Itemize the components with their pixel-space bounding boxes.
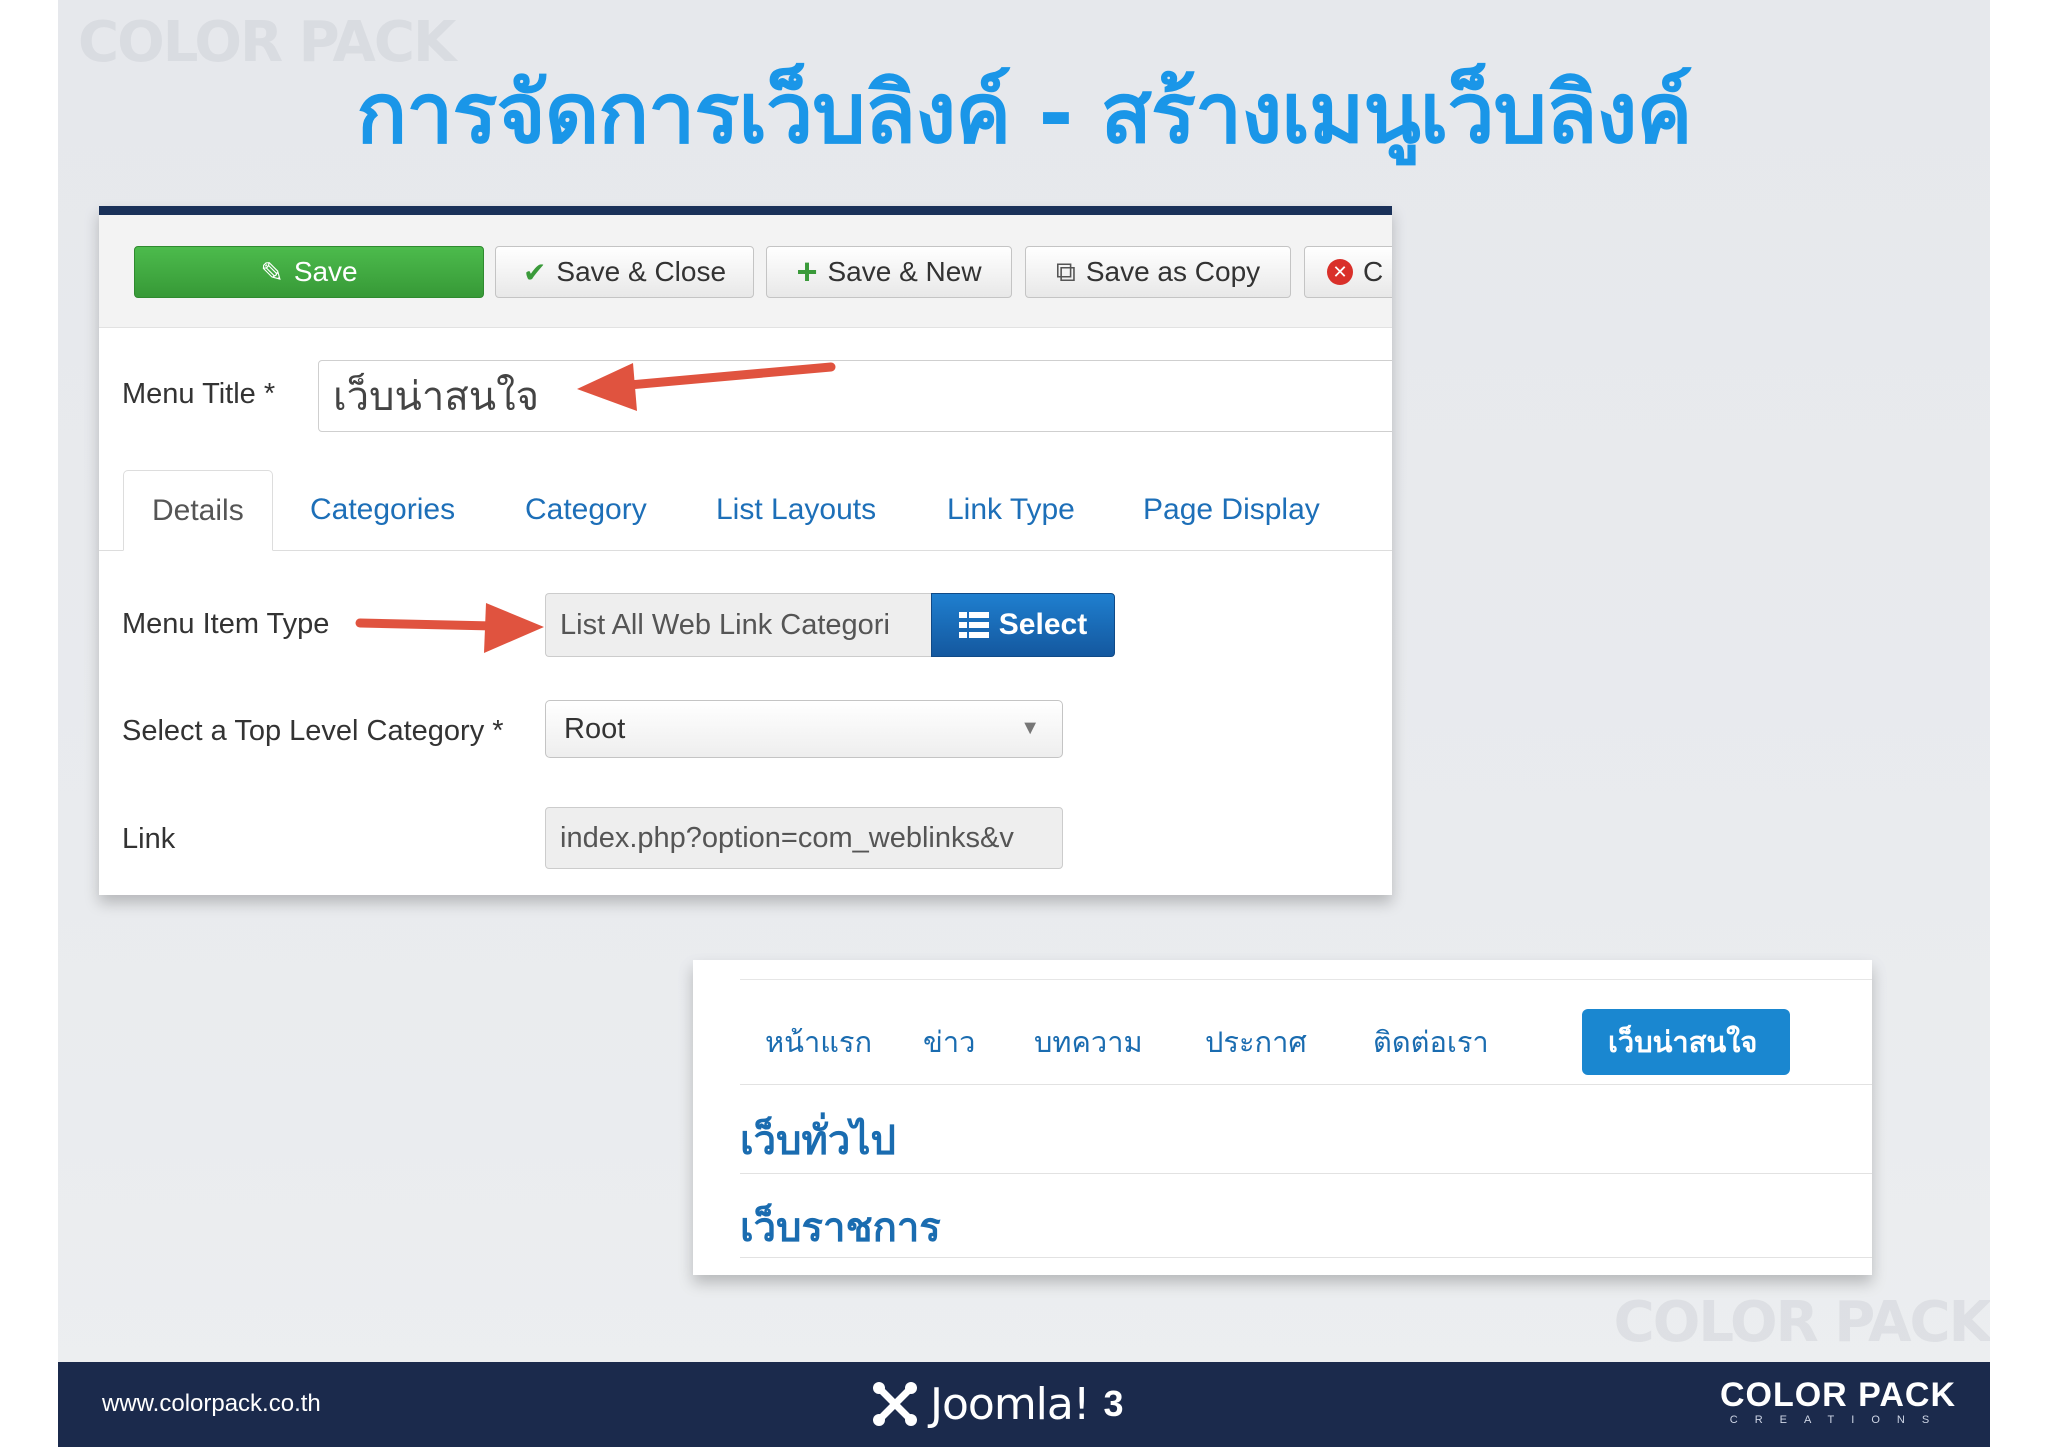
colorpack-logo: COLOR PACK CREATIONS (1720, 1378, 1956, 1426)
link-value: index.php?option=com_weblinks&v (560, 821, 1014, 854)
category-link-general[interactable]: เว็บทั่วไป (740, 1108, 896, 1172)
footer-bar: www.colorpack.co.th Joomla! 3 COLOR PACK… (58, 1362, 1990, 1447)
close-icon: ✕ (1327, 259, 1353, 285)
menu-item-type-label: Menu Item Type (122, 608, 330, 640)
tab-link-type[interactable]: Link Type (947, 470, 1075, 550)
menu-title-label: Menu Title * (122, 378, 276, 410)
menu-item-contact[interactable]: ติดต่อเรา (1373, 1009, 1489, 1075)
select-button-label: Select (998, 608, 1088, 641)
colorpack-logo-text: COLOR PACK (1719, 1376, 1956, 1414)
menu-item-news[interactable]: ข่าว (923, 1009, 975, 1075)
tab-page-display[interactable]: Page Display (1143, 470, 1320, 550)
menu-title-value: เว็บน่าสนใจ (333, 374, 540, 420)
joomla-text: Joomla! (930, 1378, 1091, 1430)
save-new-label: Save & New (827, 256, 982, 287)
save-new-button[interactable]: + Save & New (766, 246, 1012, 298)
colorpack-logo-sub: CREATIONS (1729, 1414, 1947, 1426)
check-icon: ✔ (522, 256, 547, 288)
category-link-government[interactable]: เว็บราชการ (740, 1195, 941, 1259)
menu-item-articles[interactable]: บทความ (1034, 1009, 1143, 1075)
menu-item-interesting-sites[interactable]: เว็บน่าสนใจ (1582, 1009, 1790, 1075)
link-label: Link (122, 823, 176, 855)
tab-list-layouts[interactable]: List Layouts (716, 470, 876, 550)
top-level-category-value: Root (564, 712, 626, 745)
tab-bar: Details Categories Category List Layouts… (99, 470, 1392, 551)
menu-item-type-field: List All Web Link Categori (545, 593, 931, 657)
toolbar: ✎ Save ✔ Save & Close + Save & New ⧉ Sav… (99, 215, 1392, 328)
joomla-version: 3 (1103, 1383, 1124, 1424)
menu-item-home[interactable]: หน้าแรก (765, 1009, 872, 1075)
joomla-brand: Joomla! 3 (870, 1376, 1124, 1432)
save-button-label: Save (293, 256, 358, 287)
tab-category[interactable]: Category (525, 470, 647, 550)
slide: COLOR PACK COLOR PACK การจัดการเว็บลิงค์… (58, 0, 1990, 1447)
top-level-category-label: Select a Top Level Category * (122, 715, 504, 747)
tab-categories[interactable]: Categories (310, 470, 455, 550)
watermark-bottom-right: COLOR PACK (1613, 1290, 1990, 1355)
divider (740, 979, 1872, 980)
save-close-label: Save & Close (556, 256, 727, 287)
plus-icon: + (796, 251, 818, 292)
save-button[interactable]: ✎ Save (134, 246, 484, 298)
divider (740, 1257, 1872, 1258)
close-button[interactable]: ✕ C (1304, 246, 1392, 298)
select-menu-type-button[interactable]: Select (931, 593, 1115, 657)
copy-icon: ⧉ (1055, 255, 1076, 287)
footer-url: www.colorpack.co.th (102, 1390, 321, 1417)
save-close-button[interactable]: ✔ Save & Close (495, 246, 754, 298)
menu-item-editor-panel: ✎ Save ✔ Save & Close + Save & New ⧉ Sav… (99, 206, 1392, 895)
menu-item-type-value: List All Web Link Categori (560, 608, 890, 641)
menu-item-announcements[interactable]: ประกาศ (1205, 1009, 1307, 1075)
chevron-down-icon: ▼ (1020, 717, 1040, 739)
menu-title-input[interactable]: เว็บน่าสนใจ (318, 360, 1392, 432)
divider (740, 1084, 1872, 1085)
tab-details[interactable]: Details (123, 470, 273, 551)
joomla-logo-icon (873, 1382, 917, 1426)
slide-title: การจัดการเว็บลิงค์ - สร้างเมนูเว็บลิงค์ (356, 64, 1692, 162)
close-label: C (1363, 256, 1384, 287)
list-icon (958, 612, 989, 638)
save-copy-label: Save as Copy (1085, 256, 1261, 287)
annotation-arrow-title (577, 362, 836, 411)
divider (740, 1173, 1872, 1174)
top-level-category-select[interactable]: Root ▼ (545, 700, 1063, 758)
annotation-arrow-type (355, 603, 544, 653)
save-as-copy-button[interactable]: ⧉ Save as Copy (1025, 246, 1291, 298)
edit-icon: ✎ (260, 256, 284, 288)
link-field: index.php?option=com_weblinks&v (545, 807, 1063, 869)
site-menu-preview-panel: หน้าแรก ข่าว บทความ ประกาศ ติดต่อเรา เว็… (693, 960, 1872, 1275)
